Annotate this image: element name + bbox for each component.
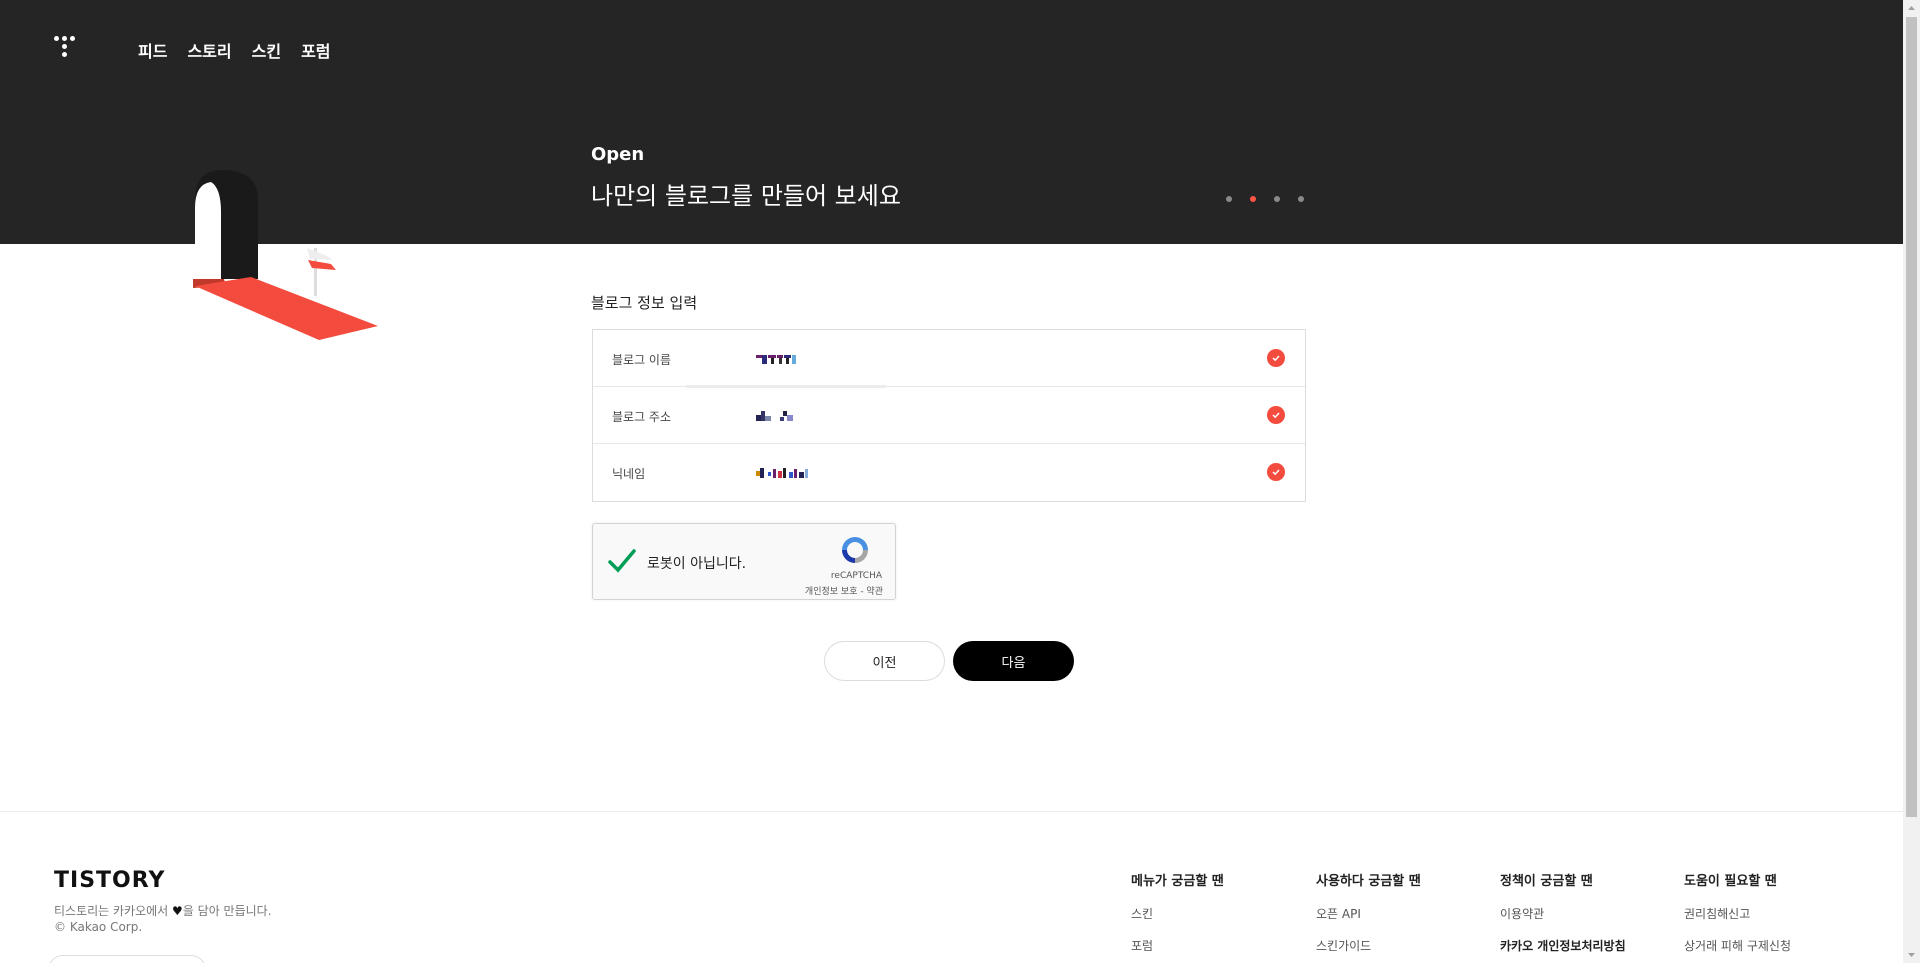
footer-desc-text-before: 티스토리는 카카오에서 <box>54 904 173 918</box>
label-blog-name: 블로그 이름 <box>612 353 672 367</box>
footer-copyright: © Kakao Corp. <box>54 920 143 934</box>
footer-col-policy: 정책이 궁금할 땐 이용약관 카카오 개인정보처리방침 <box>1500 870 1626 963</box>
footer-desc-text-after: 을 담아 만듭니다. <box>182 904 272 918</box>
footer-link-rights-report[interactable]: 권리침해신고 <box>1684 905 1791 922</box>
label-blog-address: 블로그 주소 <box>612 410 672 424</box>
carousel-dot[interactable] <box>1298 196 1304 202</box>
footer-select-button[interactable] <box>48 955 206 963</box>
footer-col-title: 도움이 필요할 땐 <box>1684 874 1777 889</box>
blog-info-form: 블로그 이름 블로그 주소 닉네임 <box>592 329 1306 502</box>
footer-col-usage: 사용하다 궁금할 땐 오픈 API 스킨가이드 <box>1316 870 1421 963</box>
footer-link-terms[interactable]: 이용약관 <box>1500 905 1626 922</box>
heart-icon: ♥ <box>172 904 183 918</box>
footer-col-help: 도움이 필요할 땐 권리침해신고 상거래 피해 구제신청 <box>1684 870 1791 963</box>
footer-link-skin[interactable]: 스킨 <box>1131 905 1224 922</box>
footer-col-title: 사용하다 궁금할 땐 <box>1316 874 1421 889</box>
footer-col-menu: 메뉴가 궁금할 땐 스킨 포럼 <box>1131 870 1224 963</box>
blog-address-field-redacted[interactable] <box>753 403 873 425</box>
recaptcha-widget: 로봇이 아닙니다. reCAPTCHA 개인정보 보호 - 약관 <box>592 523 896 600</box>
footer-link-skin-guide[interactable]: 스킨가이드 <box>1316 937 1421 954</box>
carousel-dot[interactable] <box>1226 196 1232 202</box>
footer-col-title: 메뉴가 궁금할 땐 <box>1131 874 1224 889</box>
form-row-blog-name[interactable]: 블로그 이름 <box>593 330 1305 388</box>
page: 피드 스토리 스킨 포럼 Open 나만의 블로그를 만들어 보세요 블로그 정… <box>0 0 1920 963</box>
valid-check-icon <box>1267 406 1285 424</box>
recaptcha-brand: reCAPTCHA <box>830 571 882 581</box>
section-title: 블로그 정보 입력 <box>591 294 698 312</box>
nav-story[interactable]: 스토리 <box>187 38 231 62</box>
page-scrollbar[interactable] <box>1903 0 1920 963</box>
footer-brand-logo[interactable]: TISTORY <box>54 868 165 893</box>
recaptcha-privacy-terms-link[interactable]: 개인정보 보호 - 약관 <box>805 584 883 597</box>
hero-title: 나만의 블로그를 만들어 보세요 <box>591 182 901 210</box>
blog-name-field-redacted[interactable] <box>753 346 873 368</box>
prev-button[interactable]: 이전 <box>824 641 945 681</box>
footer-link-forum[interactable]: 포럼 <box>1131 937 1224 954</box>
scroll-thumb[interactable] <box>1906 17 1917 817</box>
nav-feed[interactable]: 피드 <box>138 38 167 62</box>
footer-link-privacy-policy[interactable]: 카카오 개인정보처리방침 <box>1500 937 1626 954</box>
nav-skin[interactable]: 스킨 <box>252 38 281 62</box>
footer-divider <box>0 811 1903 812</box>
door-illustration <box>0 170 420 360</box>
recaptcha-logo-icon <box>842 537 868 563</box>
form-row-blog-address[interactable]: 블로그 주소 <box>593 387 1305 444</box>
carousel-indicators <box>1226 196 1304 202</box>
carousel-dot[interactable] <box>1274 196 1280 202</box>
nickname-field-redacted[interactable] <box>753 460 873 482</box>
hero-kicker: Open <box>591 144 645 165</box>
footer-link-open-api[interactable]: 오픈 API <box>1316 905 1421 922</box>
footer-col-title: 정책이 궁금할 땐 <box>1500 874 1593 889</box>
next-button[interactable]: 다음 <box>953 641 1074 681</box>
label-nickname: 닉네임 <box>612 467 646 481</box>
footer-link-commerce-relief[interactable]: 상거래 피해 구제신청 <box>1684 937 1791 954</box>
form-row-nickname[interactable]: 닉네임 <box>593 444 1305 501</box>
valid-check-icon <box>1267 463 1285 481</box>
carousel-dot-active[interactable] <box>1250 196 1256 202</box>
recaptcha-label: 로봇이 아닙니다. <box>647 556 747 572</box>
tistory-logo-icon[interactable] <box>54 36 78 64</box>
scroll-down-arrow-icon[interactable] <box>1907 950 1916 959</box>
nav-forum[interactable]: 포럼 <box>301 38 330 62</box>
footer-description: 티스토리는 카카오에서 ♥을 담아 만듭니다. <box>54 902 272 919</box>
recaptcha-checkmark-icon[interactable] <box>607 546 637 576</box>
valid-check-icon <box>1267 349 1285 367</box>
scroll-up-arrow-icon[interactable] <box>1907 4 1916 13</box>
top-nav: 피드 스토리 스킨 포럼 <box>138 38 351 62</box>
